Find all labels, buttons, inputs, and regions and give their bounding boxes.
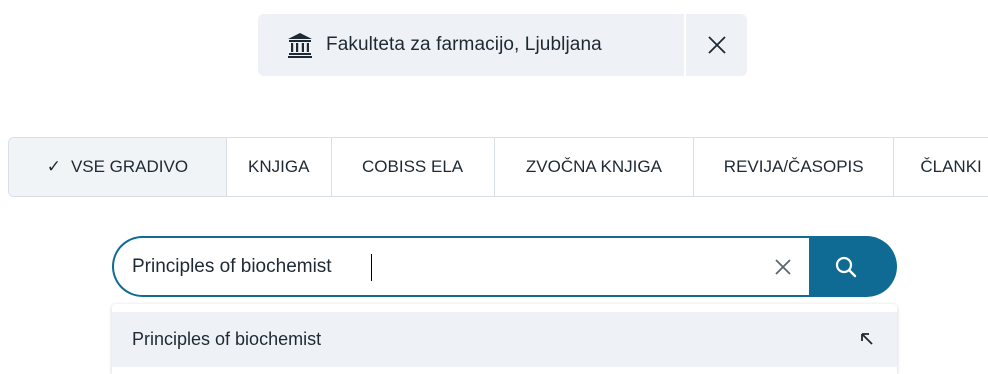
tab-clanki[interactable]: ČLANKI [894, 138, 988, 196]
institution-icon [288, 33, 312, 58]
tab-knjiga[interactable]: KNJIGA [226, 138, 332, 196]
arrow-up-left-icon[interactable] [859, 331, 875, 347]
tab-cobiss-ela[interactable]: COBISS ELA [331, 138, 495, 196]
tab-revija-casopis[interactable]: REVIJA/ČASOPIS [694, 138, 895, 196]
filter-chip-label: Fakulteta za farmacijo, Ljubljana [326, 34, 602, 55]
check-icon: ✓ [46, 157, 61, 176]
filter-chip-main: Fakulteta za farmacijo, Ljubljana [258, 14, 684, 76]
suggestion-text: Principles of biochemist [132, 329, 322, 349]
search-input-wrap [112, 236, 809, 297]
suggestions-dropdown: Principles of biochemist [112, 304, 897, 374]
text-caret [371, 254, 372, 281]
tab-label: ZVOČNA KNJIGA [525, 157, 662, 176]
tab-label: ČLANKI [920, 157, 982, 176]
tab-label: REVIJA/ČASOPIS [723, 157, 864, 176]
search-input[interactable] [132, 238, 752, 295]
tab-label: KNJIGA [248, 157, 310, 176]
clear-icon[interactable] [771, 255, 795, 279]
filter-chip-remove-button[interactable] [686, 14, 747, 76]
close-icon [707, 36, 726, 54]
material-type-tabs: ✓ VSE GRADIVO KNJIGA COBISS ELA ZVOČNA K… [8, 137, 988, 197]
filter-chip: Fakulteta za farmacijo, Ljubljana [258, 14, 747, 76]
tab-vse-gradivo[interactable]: ✓ VSE GRADIVO [9, 138, 227, 196]
suggestion-item[interactable]: Principles of biochemist [112, 312, 897, 367]
search-icon [835, 256, 857, 277]
tab-label: VSE GRADIVO [70, 157, 189, 176]
tab-zvocna-knjiga[interactable]: ZVOČNA KNJIGA [494, 138, 695, 196]
search-button[interactable] [809, 236, 897, 297]
search-bar [112, 236, 897, 297]
tab-label: COBISS ELA [362, 157, 464, 176]
